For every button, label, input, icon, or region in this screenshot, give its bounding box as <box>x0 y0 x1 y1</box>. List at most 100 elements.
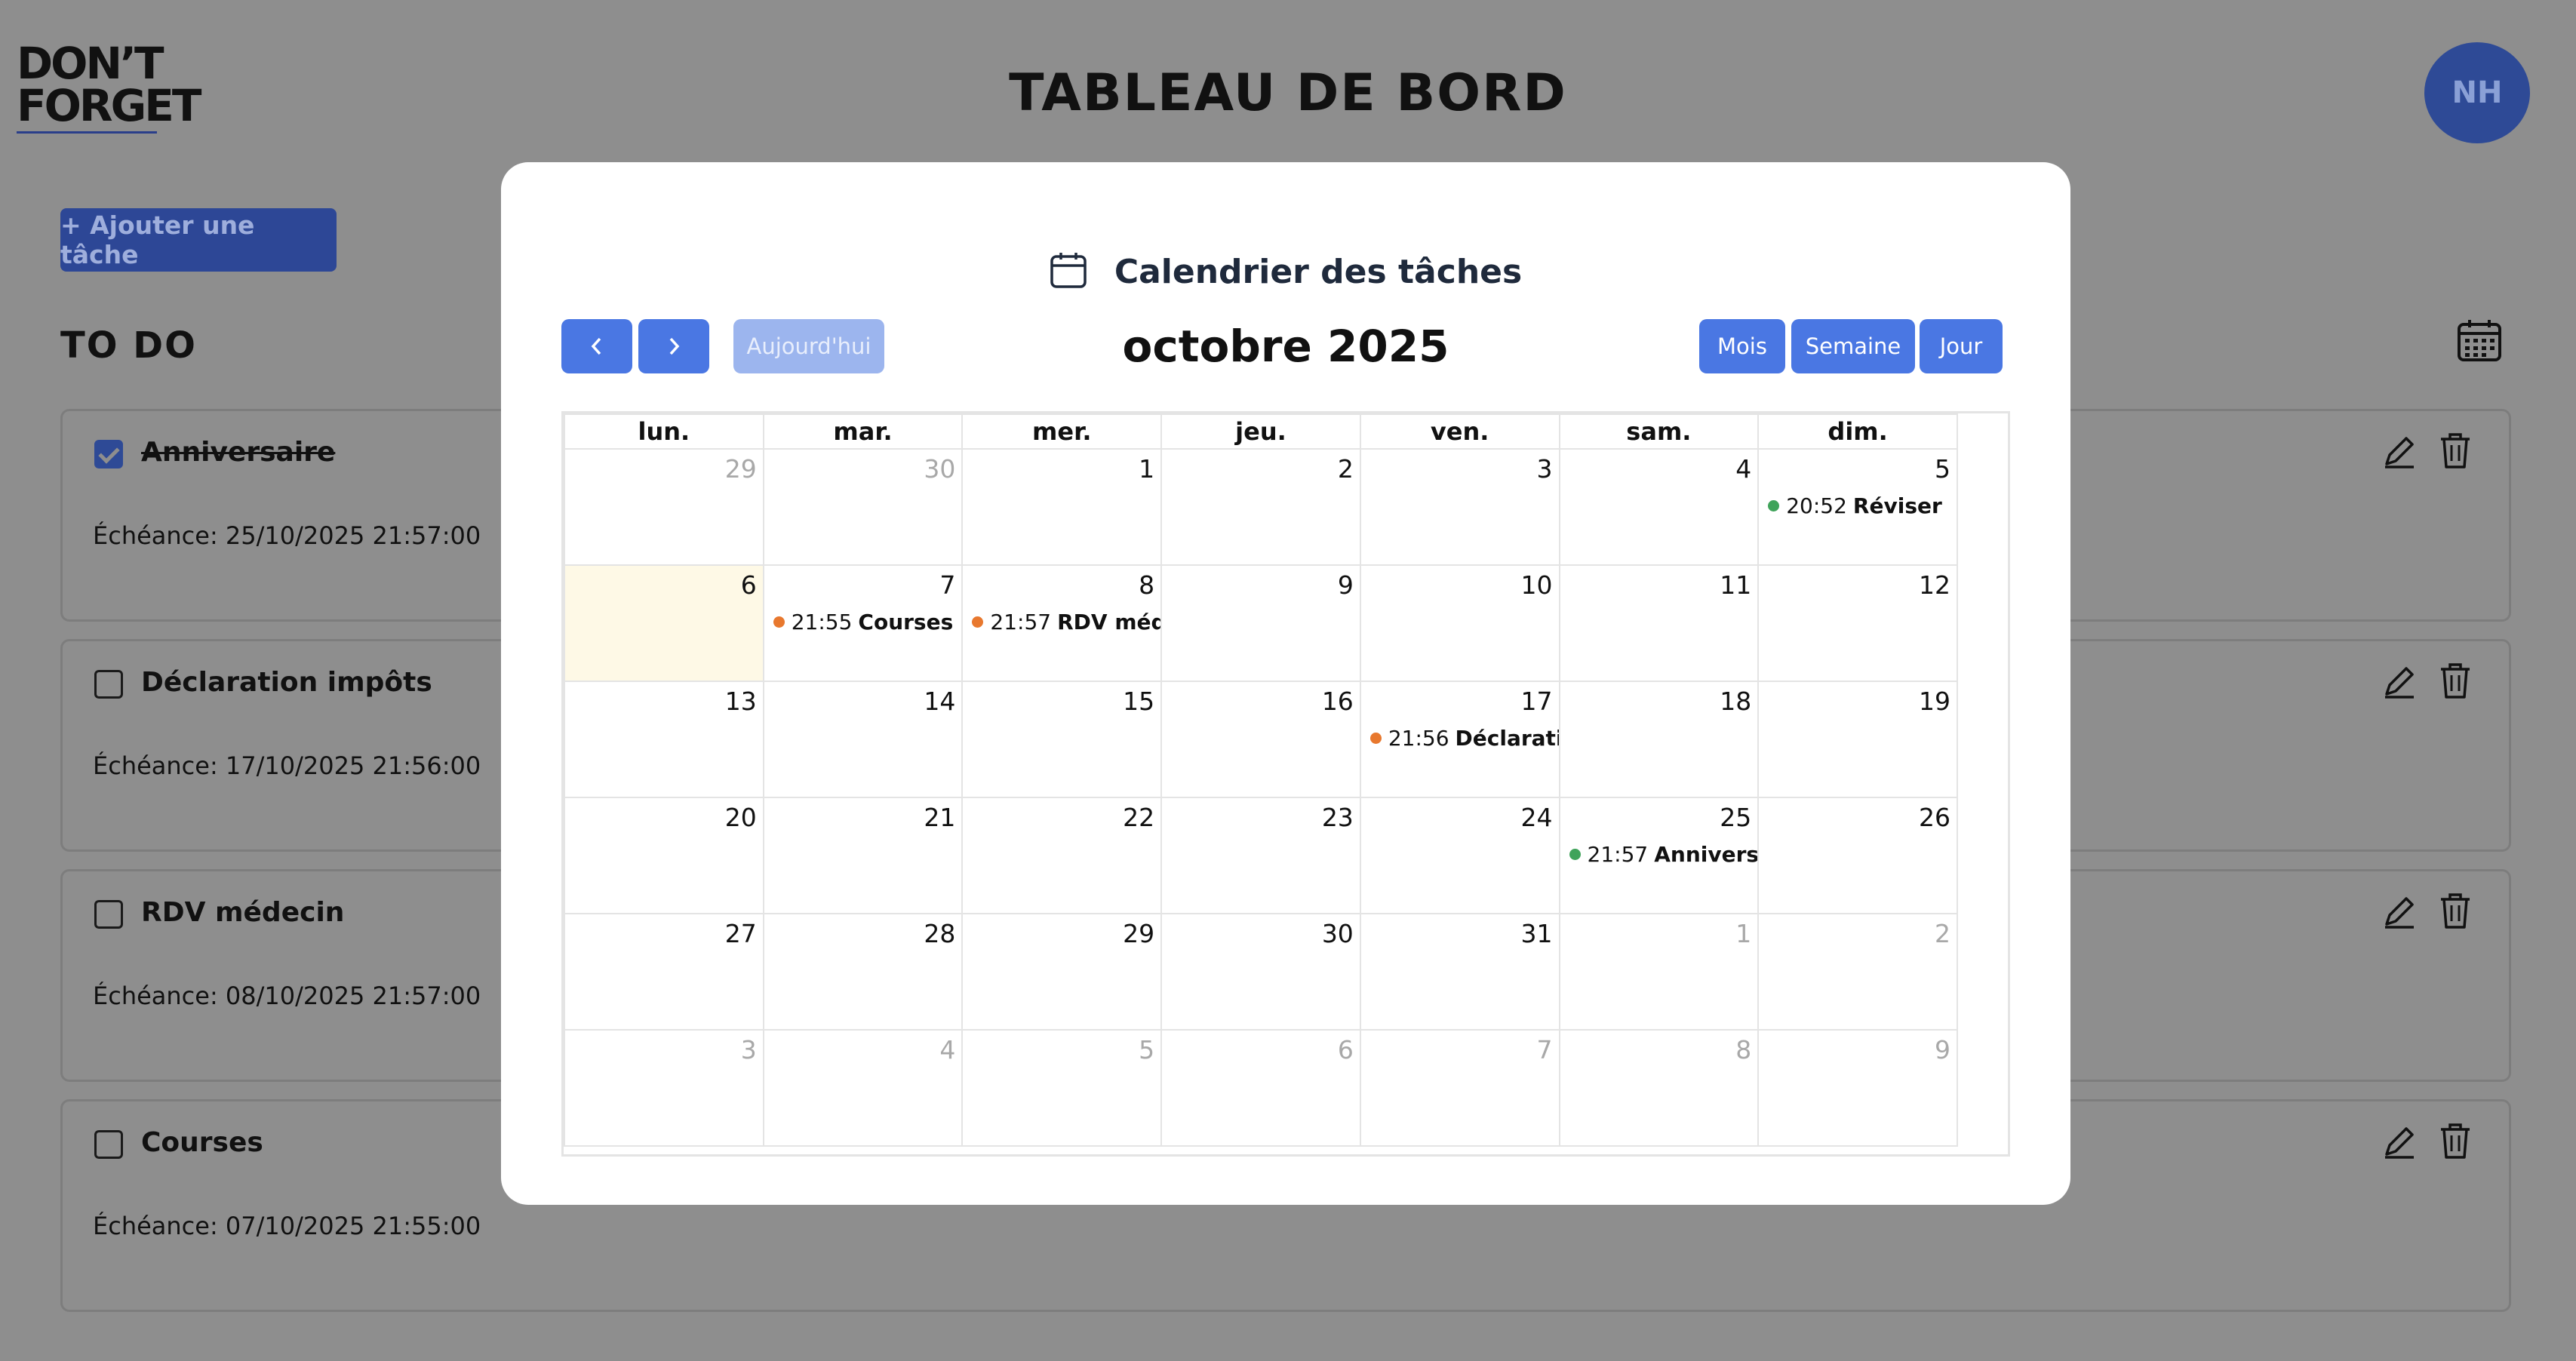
task-checkbox[interactable] <box>94 900 123 929</box>
day-number[interactable]: 3 <box>741 1035 757 1065</box>
calendar-day[interactable]: 3 <box>564 1029 764 1147</box>
calendar-day[interactable]: 20 <box>564 797 764 914</box>
calendar-day[interactable]: 26 <box>1757 797 1958 914</box>
day-number[interactable]: 21 <box>924 803 955 832</box>
day-number[interactable]: 5 <box>1935 454 1950 484</box>
calendar-event[interactable]: 21:55 Courses <box>773 610 953 634</box>
day-number[interactable]: 20 <box>725 803 757 832</box>
day-number[interactable]: 9 <box>1935 1035 1950 1065</box>
view-month-button[interactable]: Mois <box>1699 319 1785 373</box>
calendar-day[interactable]: 2 <box>1160 448 1361 566</box>
day-number[interactable]: 6 <box>741 570 757 600</box>
calendar-day[interactable]: 23 <box>1160 797 1361 914</box>
view-week-button[interactable]: Semaine <box>1791 319 1915 373</box>
day-number[interactable]: 16 <box>1322 687 1354 716</box>
calendar-day[interactable]: 30 <box>762 448 964 566</box>
calendar-event[interactable]: 21:57RDV médecin <box>972 610 1160 634</box>
calendar-day[interactable]: 11 <box>1558 564 1760 682</box>
calendar-day[interactable]: 6 <box>1160 1029 1361 1147</box>
calendar-day[interactable]: 12 <box>1757 564 1958 682</box>
calendar-day[interactable]: 7 <box>1359 1029 1560 1147</box>
view-day-button[interactable]: Jour <box>1920 319 2003 373</box>
avatar[interactable]: NH <box>2424 42 2530 143</box>
day-number[interactable]: 19 <box>1919 687 1950 716</box>
day-number[interactable]: 30 <box>924 454 955 484</box>
calendar-day[interactable]: 1 <box>1558 913 1760 1031</box>
task-checkbox[interactable] <box>94 670 123 699</box>
day-number[interactable]: 11 <box>1720 570 1751 600</box>
edit-icon[interactable] <box>2381 662 2418 700</box>
add-task-button[interactable]: + Ajouter une tâche <box>60 208 337 272</box>
calendar-day[interactable]: 8 <box>1558 1029 1760 1147</box>
calendar-day[interactable]: 3 <box>1359 448 1560 566</box>
calendar-day[interactable]: 5 20:52 Réviser <box>1757 448 1958 566</box>
calendar-day[interactable]: 2 <box>1757 913 1958 1031</box>
calendar-day[interactable]: 31 <box>1359 913 1560 1031</box>
day-number[interactable]: 27 <box>725 919 757 948</box>
calendar-event[interactable]: 21:57Anniversaire <box>1569 842 1757 867</box>
day-number[interactable]: 7 <box>939 570 955 600</box>
day-number[interactable]: 8 <box>1735 1035 1751 1065</box>
calendar-day[interactable]: 21 <box>762 797 964 914</box>
day-number[interactable]: 4 <box>1735 454 1751 484</box>
calendar-day[interactable]: 15 <box>961 680 1163 798</box>
day-number[interactable]: 25 <box>1720 803 1751 832</box>
day-number[interactable]: 10 <box>1521 570 1553 600</box>
trash-icon[interactable] <box>2436 661 2474 700</box>
day-number[interactable]: 29 <box>725 454 757 484</box>
day-number[interactable]: 8 <box>1139 570 1154 600</box>
calendar-day[interactable]: 30 <box>1160 913 1361 1031</box>
calendar-day[interactable]: 16 <box>1160 680 1361 798</box>
day-number[interactable]: 9 <box>1338 570 1354 600</box>
calendar-day-today[interactable]: 6 <box>564 564 764 682</box>
day-number[interactable]: 13 <box>725 687 757 716</box>
day-number[interactable]: 24 <box>1521 803 1553 832</box>
calendar-event[interactable]: 21:56Déclaration impôts <box>1369 726 1558 751</box>
edit-icon[interactable] <box>2381 1123 2418 1160</box>
calendar-day[interactable]: 27 <box>564 913 764 1031</box>
calendar-day[interactable]: 22 <box>961 797 1163 914</box>
task-checkbox[interactable] <box>94 1130 123 1159</box>
task-checkbox[interactable] <box>94 440 123 469</box>
day-number[interactable]: 30 <box>1322 919 1354 948</box>
calendar-day[interactable]: 24 <box>1359 797 1560 914</box>
calendar-day[interactable]: 10 <box>1359 564 1560 682</box>
calendar-event[interactable]: 20:52 Réviser <box>1768 493 1942 518</box>
day-number[interactable]: 29 <box>1123 919 1154 948</box>
trash-icon[interactable] <box>2436 1121 2474 1160</box>
calendar-day[interactable]: 29 <box>961 913 1163 1031</box>
calendar-day[interactable]: 1 <box>961 448 1163 566</box>
calendar-day[interactable]: 9 <box>1160 564 1361 682</box>
calendar-day[interactable]: 17 21:56Déclaration impôts <box>1359 680 1560 798</box>
calendar-day[interactable]: 8 21:57RDV médecin <box>961 564 1163 682</box>
day-number[interactable]: 18 <box>1720 687 1751 716</box>
day-number[interactable]: 1 <box>1139 454 1154 484</box>
day-number[interactable]: 31 <box>1521 919 1553 948</box>
calendar-day[interactable]: 4 <box>762 1029 964 1147</box>
calendar-toggle-icon[interactable] <box>2457 318 2502 362</box>
day-number[interactable]: 4 <box>939 1035 955 1065</box>
day-number[interactable]: 6 <box>1338 1035 1354 1065</box>
calendar-day[interactable]: 5 <box>961 1029 1163 1147</box>
day-number[interactable]: 12 <box>1919 570 1950 600</box>
day-number[interactable]: 3 <box>1537 454 1553 484</box>
edit-icon[interactable] <box>2381 432 2418 470</box>
day-number[interactable]: 5 <box>1139 1035 1154 1065</box>
calendar-day[interactable]: 29 <box>564 448 764 566</box>
trash-icon[interactable] <box>2436 891 2474 930</box>
calendar-day[interactable]: 9 <box>1757 1029 1958 1147</box>
day-number[interactable]: 17 <box>1521 687 1553 716</box>
calendar-day[interactable]: 13 <box>564 680 764 798</box>
day-number[interactable]: 22 <box>1123 803 1154 832</box>
calendar-day[interactable]: 14 <box>762 680 964 798</box>
calendar-day[interactable]: 28 <box>762 913 964 1031</box>
calendar-day[interactable]: 18 <box>1558 680 1760 798</box>
calendar-day[interactable]: 25 21:57Anniversaire <box>1558 797 1760 914</box>
day-number[interactable]: 7 <box>1537 1035 1553 1065</box>
day-number[interactable]: 2 <box>1935 919 1950 948</box>
trash-icon[interactable] <box>2436 431 2474 470</box>
calendar-day[interactable]: 19 <box>1757 680 1958 798</box>
day-number[interactable]: 1 <box>1735 919 1751 948</box>
day-number[interactable]: 2 <box>1338 454 1354 484</box>
calendar-day[interactable]: 4 <box>1558 448 1760 566</box>
